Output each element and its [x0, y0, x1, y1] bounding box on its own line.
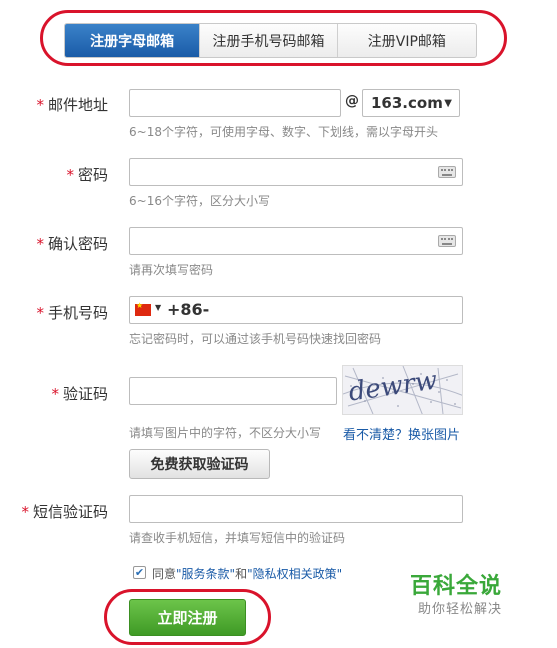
password-hint: 6~16个字符，区分大小写	[129, 194, 270, 208]
captcha-input[interactable]	[129, 377, 337, 405]
password-label-text: 密码	[77, 166, 108, 184]
terms-link[interactable]: "服务条款"	[176, 567, 235, 581]
phone-input[interactable]: ▼ +86-	[129, 296, 463, 324]
agreement-prefix: 同意	[152, 567, 177, 581]
confirm-password-label-text: 确认密码	[47, 235, 108, 253]
sms-label-text: 短信验证码	[32, 503, 108, 521]
required-mark: *	[21, 503, 29, 521]
tab-letter-email[interactable]: 注册字母邮箱	[65, 24, 201, 57]
phone-hint: 忘记密码时，可以通过该手机号码快速找回密码	[129, 332, 382, 346]
email-label-text: 邮件地址	[47, 96, 108, 114]
password-label: * 密码	[8, 164, 108, 185]
china-flag-icon[interactable]	[135, 301, 151, 316]
confirm-password-input[interactable]	[129, 227, 463, 255]
agree-checkbox[interactable]: ✔	[133, 566, 146, 579]
email-input[interactable]	[129, 89, 341, 117]
watermark-title: 百科全说	[410, 574, 503, 599]
keyboard-icon[interactable]	[438, 166, 456, 178]
required-mark: *	[66, 166, 74, 184]
privacy-link[interactable]: "隐私权相关政策"	[247, 567, 342, 581]
chevron-down-icon: ▼	[444, 98, 452, 109]
phone-label-text: 手机号码	[47, 304, 108, 322]
captcha-hint: 请填写图片中的字符，不区分大小写	[129, 426, 322, 440]
email-label: * 邮件地址	[8, 94, 108, 115]
register-now-button[interactable]: 立即注册	[129, 599, 246, 636]
free-captcha-button[interactable]: 免费获取验证码	[129, 449, 270, 479]
registration-tabs: 注册字母邮箱 注册手机号码邮箱 注册VIP邮箱	[64, 23, 477, 58]
agreement-text: 同意"服务条款"和"隐私权相关政策"	[152, 565, 342, 582]
domain-select-value: 163.com	[371, 94, 443, 112]
keyboard-icon[interactable]	[438, 235, 456, 247]
captcha-text: dewrw	[347, 366, 439, 408]
captcha-label-text: 验证码	[62, 385, 108, 403]
caret-down-icon[interactable]: ▼	[155, 303, 161, 312]
captcha-image[interactable]: dewrw	[342, 365, 463, 415]
required-mark: *	[36, 235, 44, 253]
sms-code-input[interactable]	[129, 495, 463, 523]
captcha-label: * 验证码	[8, 383, 108, 404]
country-code: +86-	[167, 300, 210, 319]
confirm-password-label: * 确认密码	[8, 233, 108, 254]
required-mark: *	[36, 304, 44, 322]
required-mark: *	[36, 96, 44, 114]
watermark-subtitle: 助你轻松解决	[418, 602, 503, 617]
captcha-noise: dewrw	[343, 366, 462, 414]
phone-label: * 手机号码	[8, 302, 108, 323]
sms-label: * 短信验证码	[8, 501, 108, 522]
confirm-password-hint: 请再次填写密码	[129, 263, 214, 277]
agreement-and: 和	[235, 567, 248, 581]
refresh-captcha-link[interactable]: 看不清楚？换张图片	[343, 424, 460, 443]
password-input[interactable]	[129, 158, 463, 186]
tab-vip-email[interactable]: 注册VIP邮箱	[338, 24, 476, 57]
at-sign: @	[345, 93, 359, 109]
email-hint: 6~18个字符，可使用字母、数字、下划线，需以字母开头	[129, 125, 438, 139]
required-mark: *	[51, 385, 59, 403]
sms-hint: 请查收手机短信，并填写短信中的验证码	[129, 531, 346, 545]
domain-select[interactable]: 163.com ▼	[362, 89, 460, 117]
tab-phone-email[interactable]: 注册手机号码邮箱	[200, 24, 338, 57]
